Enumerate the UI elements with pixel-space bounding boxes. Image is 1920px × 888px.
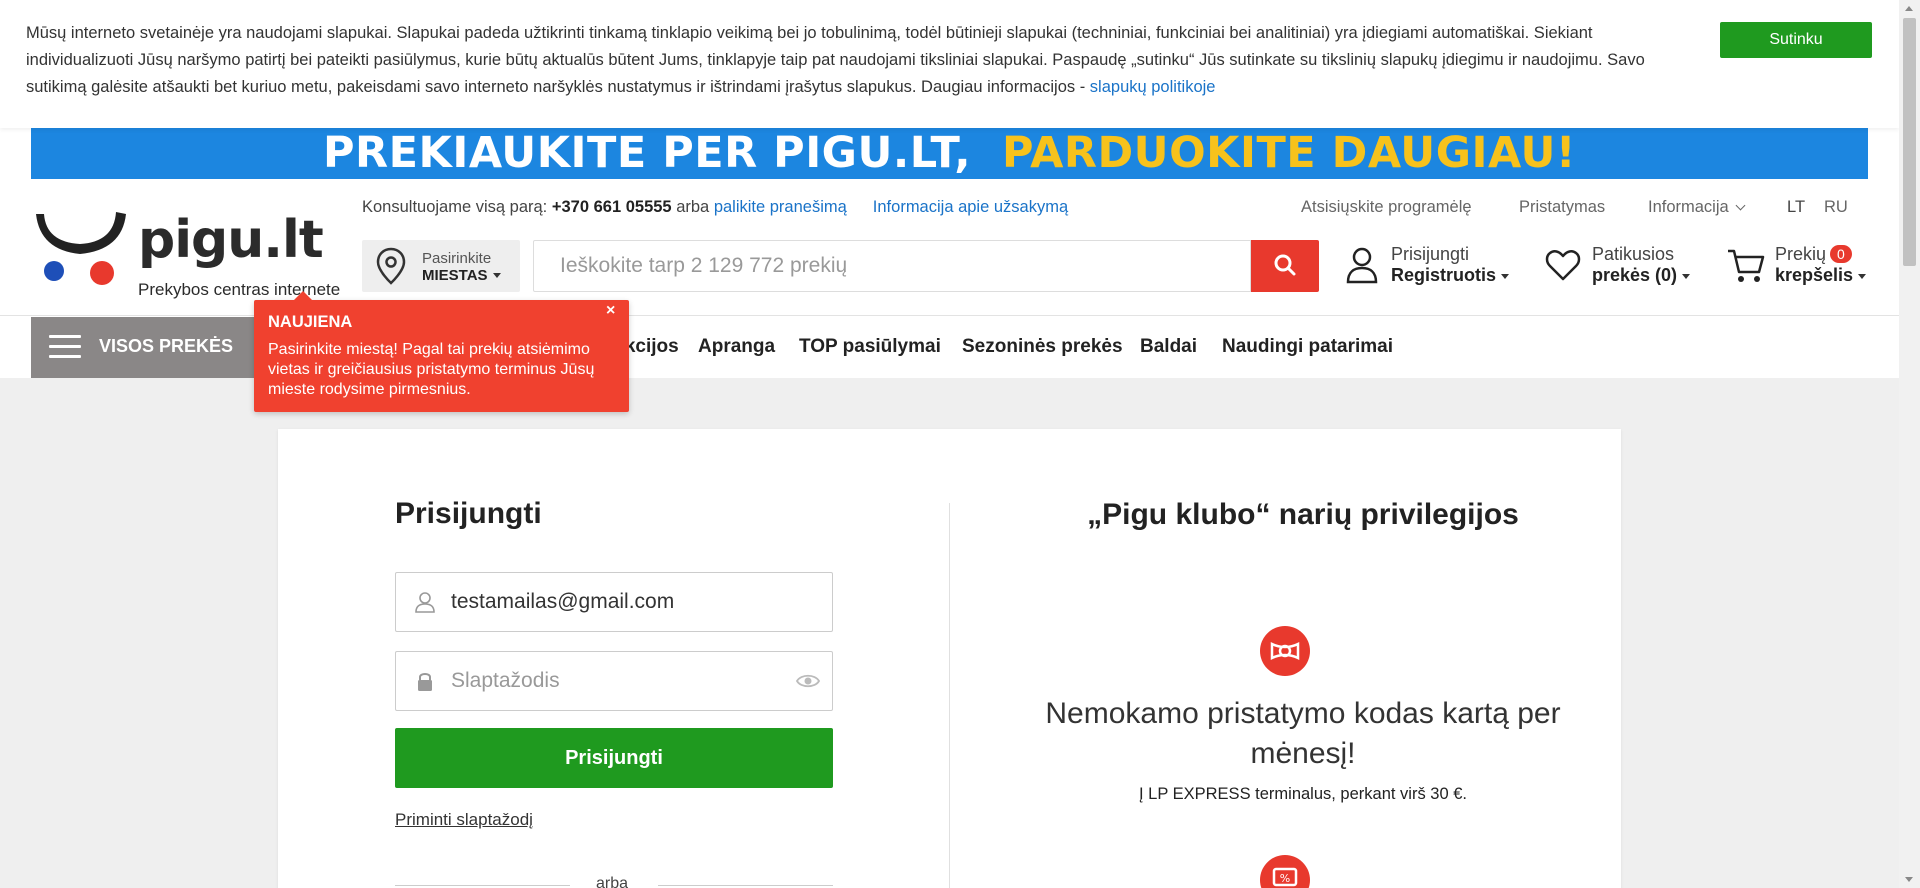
caret-down-icon	[1858, 274, 1867, 279]
email-input[interactable]	[451, 573, 781, 631]
location-pin-icon	[376, 247, 406, 285]
leave-message-link[interactable]: palikite pranešimą	[714, 198, 847, 216]
nav-item-tips[interactable]: Naudingi patarimai	[1222, 336, 1393, 358]
user-outline-icon	[415, 592, 435, 613]
city-value-text: MIESTAS	[422, 267, 488, 284]
phone-number[interactable]: +370 661 05555	[552, 198, 672, 216]
nav-item-seasonal[interactable]: Sezoninės prekės	[962, 336, 1123, 358]
order-info-link[interactable]: Informacija apie užsakymą	[873, 198, 1068, 216]
tooltip-title: NAUJIENA	[268, 313, 353, 331]
consult-label: Konsultuojame visą parą:	[362, 198, 552, 216]
cart-items-label: Prekių	[1775, 244, 1827, 264]
club-benefit-title: Nemokamo pristatymo kodas kartą per mėne…	[1045, 697, 1561, 770]
or-label: arba	[596, 875, 629, 888]
nav-item-top[interactable]: TOP pasiūlymai	[799, 336, 941, 358]
cookie-text: Mūsų interneto svetainėje yra naudojami …	[26, 20, 1666, 101]
page-scrollbar[interactable]	[1899, 0, 1920, 888]
login-card: Prisijungti Prisijungti Priminti slaptaž…	[278, 429, 1621, 888]
app-download-link[interactable]: Atsisiųskite programėlę	[1301, 198, 1472, 217]
account-menu[interactable]: Prisijungti Registruotis	[1345, 244, 1510, 286]
scroll-down-icon[interactable]	[1905, 877, 1913, 882]
nav-item-apranga[interactable]: Apranga	[698, 336, 775, 358]
remind-password-link[interactable]: Priminti slaptažodį	[395, 810, 533, 830]
cookie-bar: Mūsų interneto svetainėje yra naudojami …	[0, 0, 1899, 128]
banner-text-1: PREKIAUKITE PER PIGU.LT,	[323, 128, 972, 178]
tooltip-arrow	[294, 291, 312, 300]
logo-name: pigu.lt	[138, 210, 324, 270]
cart-count-badge: 0	[1830, 245, 1852, 263]
account-register-label: Registruotis	[1391, 265, 1497, 285]
login-submit-button[interactable]: Prisijungti	[395, 728, 833, 788]
account-line1: Prisijungti	[1391, 244, 1470, 264]
discount-tag-icon: %	[1260, 855, 1310, 888]
user-icon	[1346, 247, 1378, 284]
cart-icon	[1728, 249, 1765, 282]
scroll-up-icon[interactable]	[1905, 6, 1913, 11]
info-menu[interactable]: Informacija	[1648, 198, 1746, 217]
caret-down-icon	[492, 273, 501, 278]
email-field[interactable]	[395, 572, 833, 632]
search-icon	[1274, 254, 1296, 275]
close-icon[interactable]: ×	[606, 302, 615, 320]
caret-down-icon	[1682, 274, 1691, 279]
search-input[interactable]	[533, 240, 1251, 292]
or-label: arba	[671, 198, 714, 216]
eye-icon[interactable]	[796, 672, 820, 690]
cart-line2: krepšelis	[1775, 265, 1867, 286]
cookie-message: Mūsų interneto svetainėje yra naudojami …	[26, 24, 1645, 96]
search-button[interactable]	[1251, 240, 1319, 292]
delivery-link[interactable]: Pristatymas	[1519, 198, 1605, 217]
info-menu-label: Informacija	[1648, 198, 1729, 216]
lang-ru[interactable]: RU	[1824, 198, 1848, 217]
account-line2: Registruotis	[1391, 265, 1510, 286]
heart-icon	[1545, 250, 1581, 281]
promo-banner[interactable]: PREKIAUKITE PER PIGU.LT, PARDUOKITE DAUG…	[31, 128, 1868, 179]
favorites-line2: prekės (0)	[1592, 265, 1691, 286]
banner-text-2: PARDUOKITE DAUGIAU!	[1002, 128, 1576, 178]
cookie-policy-link[interactable]: slapukų politikoje	[1090, 78, 1216, 96]
favorites-line1: Patikusios	[1592, 244, 1675, 264]
cart-line1: Prekių 0	[1775, 244, 1866, 265]
chevron-down-icon	[1735, 200, 1746, 211]
all-products-label: VISOS PREKĖS	[99, 336, 234, 356]
caret-down-icon	[1501, 274, 1510, 279]
tooltip-text: Pasirinkite miestą! Pagal tai prekių ats…	[268, 341, 595, 398]
lock-icon	[418, 673, 432, 691]
contact-info: Konsultuojame visą parą: +370 661 05555 …	[362, 198, 1068, 217]
favorites-menu[interactable]: Patikusios prekės (0)	[1545, 244, 1691, 286]
post-horn-icon	[1260, 626, 1310, 676]
cookie-accept-button[interactable]: Sutinku	[1720, 22, 1872, 58]
club-title: „Pigu klubo“ narių privilegijos	[1087, 498, 1519, 531]
svg-text:%: %	[1280, 872, 1290, 885]
password-input[interactable]	[451, 652, 781, 710]
all-products-button[interactable]: VISOS PREKĖS	[31, 317, 261, 378]
favorites-count-label: prekės (0)	[1592, 265, 1678, 285]
or-divider-left	[395, 885, 570, 886]
or-divider-right	[658, 885, 833, 886]
column-divider	[949, 503, 950, 888]
logo-mark-icon	[36, 212, 126, 285]
cart-label: krepšelis	[1775, 265, 1854, 285]
scroll-thumb[interactable]	[1903, 18, 1916, 266]
club-benefit-note: Į LP EXPRESS terminalus, perkant virš 30…	[1138, 785, 1467, 803]
nav-item-furniture[interactable]: Baldai	[1140, 336, 1197, 358]
cart-menu[interactable]: Prekių 0 krepšelis	[1726, 244, 1867, 286]
city-label: Pasirinkite	[422, 250, 492, 267]
hamburger-icon	[49, 335, 81, 359]
city-value: MIESTAS	[422, 267, 501, 284]
lang-lt[interactable]: LT	[1787, 198, 1805, 217]
city-selector[interactable]: Pasirinkite MIESTAS	[362, 240, 520, 292]
password-field[interactable]	[395, 651, 833, 711]
login-title: Prisijungti	[395, 497, 542, 530]
city-tooltip: NAUJIENA × Pasirinkite miestą! Pagal tai…	[254, 291, 629, 412]
